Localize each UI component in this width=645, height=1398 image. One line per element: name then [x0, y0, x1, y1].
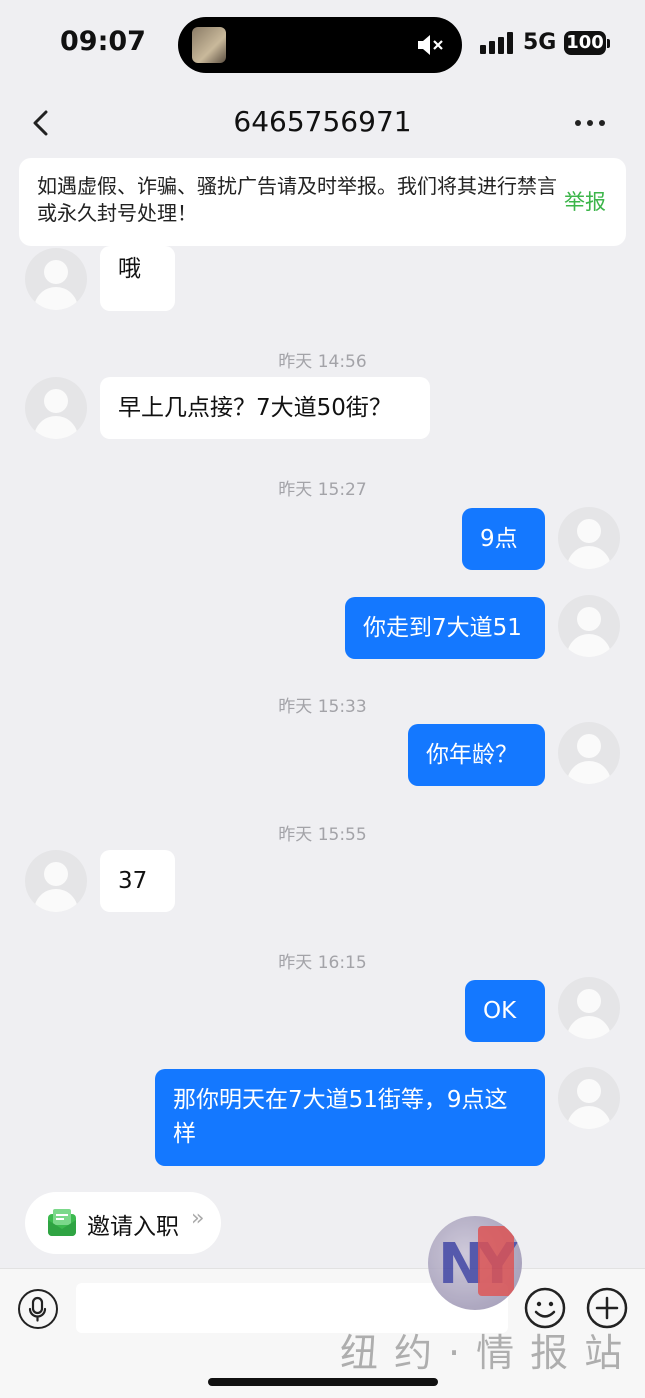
invite-label: 邀请入职 [87, 1214, 179, 1240]
incoming-message[interactable]: 早上几点接？7大道50街？ [100, 377, 430, 439]
contact-avatar[interactable] [25, 850, 87, 912]
incoming-message[interactable]: 37 [100, 850, 175, 912]
my-avatar[interactable] [558, 595, 620, 657]
message-timestamp: 昨天 16:15 [278, 953, 367, 973]
contact-avatar[interactable] [25, 248, 87, 310]
page-title: 6465756971 [233, 105, 412, 138]
my-avatar[interactable] [558, 977, 620, 1039]
signal-icon [480, 32, 514, 54]
more-icon[interactable] [570, 109, 610, 137]
safety-notice: 如遇虚假、诈骗、骚扰广告请及时举报。我们将其进行禁言或永久封号处理！ 举报 [19, 158, 626, 246]
report-button[interactable]: 举报 [564, 186, 606, 216]
my-avatar[interactable] [558, 722, 620, 784]
contact-avatar[interactable] [25, 377, 87, 439]
message-timestamp: 昨天 15:55 [278, 825, 367, 845]
watermark-text: 纽约·情报站 [340, 1331, 639, 1375]
outgoing-message[interactable]: 你年龄？ [408, 724, 545, 786]
invite-icon [47, 1208, 77, 1238]
home-indicator [208, 1378, 438, 1386]
outgoing-message[interactable]: 9点 [462, 508, 545, 570]
message-timestamp: 昨天 15:27 [278, 480, 367, 500]
battery-icon: 100 [564, 31, 606, 55]
invite-onboarding-button[interactable]: 邀请入职 » [25, 1192, 221, 1254]
microphone-icon[interactable] [18, 1289, 58, 1329]
my-avatar[interactable] [558, 1067, 620, 1129]
media-thumbnail [192, 27, 226, 63]
message-timestamp: 昨天 14:56 [278, 352, 367, 372]
message-timestamp: 昨天 15:33 [278, 697, 367, 717]
incoming-message[interactable]: 哦 [100, 246, 175, 311]
my-avatar[interactable] [558, 507, 620, 569]
status-time: 09:07 [60, 26, 146, 57]
outgoing-message[interactable]: OK [465, 980, 545, 1042]
chat-header: 6465756971 [0, 95, 645, 153]
watermark-logo: NY [428, 1216, 522, 1310]
battery-cap [607, 39, 610, 48]
outgoing-message[interactable]: 你走到7大道51 [345, 597, 545, 659]
outgoing-message[interactable]: 那你明天在7大道51街等，9点这样 [155, 1069, 545, 1166]
dynamic-island [178, 17, 462, 73]
watermark-logo-figure [478, 1226, 514, 1296]
mute-icon [416, 31, 448, 65]
chevron-right-icon: » [191, 1206, 205, 1231]
notice-text: 如遇虚假、诈骗、骚扰广告请及时举报。我们将其进行禁言或永久封号处理！ [37, 174, 557, 225]
message-list[interactable]: 哦 昨天 14:56 早上几点接？7大道50街？ 昨天 15:27 9点 你走到… [0, 246, 645, 1268]
network-type: 5G [523, 30, 557, 55]
status-bar: 09:07 5G 100 [0, 0, 645, 90]
